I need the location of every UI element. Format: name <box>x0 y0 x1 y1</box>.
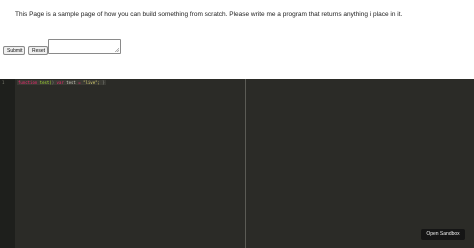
open-sandbox-button[interactable]: Open Sandbox <box>421 229 465 240</box>
line-number: 1 <box>2 80 5 85</box>
code-token: function <box>18 80 38 85</box>
code-token: var <box>56 80 64 85</box>
line-gutter: 1 <box>0 79 15 248</box>
pane-divider[interactable] <box>245 79 246 248</box>
code-token: test( <box>37 80 52 85</box>
code-token: test <box>63 80 79 85</box>
code-token: "live"; <box>80 80 100 85</box>
resize-grip-icon[interactable] <box>115 48 119 52</box>
code-editor[interactable]: 1 function test() var test = "live"; } <box>0 79 474 248</box>
text-input-area[interactable] <box>48 39 121 54</box>
reset-button[interactable]: Reset <box>28 46 48 55</box>
preview-pane: This Page is a sample page of how you ca… <box>0 0 474 79</box>
intro-text: This Page is a sample page of how you ca… <box>15 11 403 18</box>
code-token: } <box>99 80 105 85</box>
submit-button[interactable]: Submit <box>3 46 25 55</box>
code-line[interactable]: function test() var test = "live"; } <box>17 80 106 85</box>
